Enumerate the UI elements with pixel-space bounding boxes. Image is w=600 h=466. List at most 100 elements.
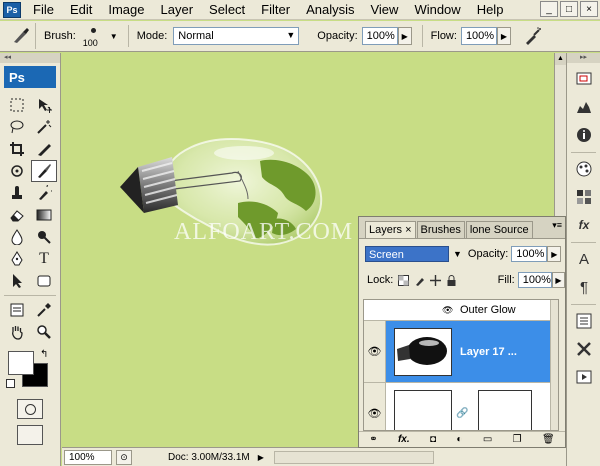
close-button[interactable]: × xyxy=(580,1,598,17)
type-tool-icon[interactable]: T xyxy=(31,248,57,270)
effect-visibility-icon[interactable]: 👁 xyxy=(442,305,453,316)
move-tool-icon[interactable] xyxy=(31,94,57,116)
hand-tool-icon[interactable] xyxy=(4,321,30,343)
fill-slider-button[interactable]: ▶ xyxy=(551,272,565,288)
pen-tool-icon[interactable] xyxy=(4,248,30,270)
minimize-button[interactable]: _ xyxy=(540,1,558,17)
eyedropper-tool-icon[interactable] xyxy=(31,299,57,321)
flow-slider-button[interactable]: ▶ xyxy=(496,27,511,45)
navigator-icon[interactable] xyxy=(571,67,597,91)
swatches-icon[interactable] xyxy=(571,185,597,209)
styles-icon[interactable]: fx xyxy=(571,213,597,237)
gradient-tool-icon[interactable] xyxy=(31,204,57,226)
lock-position-icon[interactable] xyxy=(429,274,441,287)
airbrush-toggle[interactable] xyxy=(521,24,545,48)
opacity-slider-button[interactable]: ▶ xyxy=(397,27,412,45)
mask-link-icon[interactable]: 🔗 xyxy=(456,408,468,419)
zoom-tool-icon[interactable] xyxy=(31,321,57,343)
screen-mode-button[interactable] xyxy=(17,425,43,445)
group-icon[interactable]: ▭ xyxy=(483,434,492,445)
layer-effect-row[interactable]: 👁 Outer Glow xyxy=(364,300,558,320)
tools-presets-icon[interactable] xyxy=(571,337,597,361)
crop-tool-icon[interactable] xyxy=(4,138,30,160)
dodge-tool-icon[interactable] xyxy=(31,226,57,248)
mode-select[interactable]: Normal ▼ xyxy=(173,27,300,45)
slice-tool-icon[interactable] xyxy=(31,138,57,160)
lock-transparency-icon[interactable] xyxy=(397,274,409,287)
menu-analysis[interactable]: Analysis xyxy=(298,1,362,19)
marquee-tool-icon[interactable] xyxy=(4,94,30,116)
tool-grid-lower xyxy=(4,299,56,343)
tab-brushes[interactable]: Brushes xyxy=(416,221,465,238)
eye-icon[interactable]: 👁 xyxy=(364,321,386,382)
link-icon[interactable]: ⚭ xyxy=(369,434,377,445)
tab-clone-source[interactable]: lone Source xyxy=(465,221,533,238)
adjustment-icon[interactable]: ◐ xyxy=(456,434,462,445)
lock-all-icon[interactable] xyxy=(446,274,458,287)
brush-dropdown-icon[interactable]: ▼ xyxy=(110,32,118,41)
shape-tool-icon[interactable] xyxy=(31,270,57,292)
swap-colors-icon[interactable]: ↰ xyxy=(40,349,48,360)
brush-tool-icon[interactable] xyxy=(31,160,57,182)
foreground-color[interactable] xyxy=(8,351,34,375)
tool-preset-picker[interactable] xyxy=(6,23,36,49)
animation-icon[interactable] xyxy=(571,365,597,389)
blend-mode-select[interactable]: Screen xyxy=(365,246,449,262)
healing-brush-icon[interactable] xyxy=(4,160,30,182)
trash-icon[interactable]: 🗑 xyxy=(542,434,555,445)
mask-icon[interactable]: ◘ xyxy=(430,434,436,445)
menu-layer[interactable]: Layer xyxy=(153,1,202,19)
flow-input[interactable]: 100% xyxy=(460,27,497,45)
menu-file[interactable]: File xyxy=(25,1,62,19)
tab-layers[interactable]: Layers × xyxy=(365,221,416,238)
scroll-up-icon[interactable]: ▲ xyxy=(555,53,566,65)
toolbox-logo[interactable]: Ps xyxy=(4,66,56,88)
canvas-horizontal-scrollbar[interactable] xyxy=(273,450,434,464)
eye-icon[interactable]: 👁 xyxy=(364,383,386,430)
layer-name[interactable]: Layer 17 ... xyxy=(460,346,517,358)
histogram-icon[interactable] xyxy=(571,95,597,119)
restore-button[interactable]: □ xyxy=(560,1,578,17)
toolbox-grip[interactable]: ◂◂ xyxy=(0,53,60,63)
opacity-input[interactable]: 100% xyxy=(361,27,398,45)
paragraph-icon[interactable]: ¶ xyxy=(571,275,597,299)
layer-opacity-slider-button[interactable]: ▶ xyxy=(547,246,562,262)
status-menu-arrow-icon[interactable]: ▶ xyxy=(258,453,264,462)
layers-list-scrollbar[interactable] xyxy=(550,300,558,430)
new-layer-icon[interactable]: ❐ xyxy=(513,434,522,445)
menu-view[interactable]: View xyxy=(362,1,406,19)
navigator-shortcut-icon[interactable]: ⊙ xyxy=(116,449,132,465)
color-icon[interactable] xyxy=(571,157,597,181)
fill-input[interactable]: 100% xyxy=(517,272,552,288)
clone-stamp-icon[interactable] xyxy=(4,182,30,204)
quick-mask-button[interactable] xyxy=(17,399,43,419)
layer-opacity-input[interactable]: 100% xyxy=(511,246,548,262)
chevron-down-icon[interactable]: ▼ xyxy=(453,249,462,259)
default-colors-icon[interactable] xyxy=(6,379,15,388)
blur-tool-icon[interactable] xyxy=(4,226,30,248)
info-icon[interactable] xyxy=(571,123,597,147)
lasso-tool-icon[interactable] xyxy=(4,116,30,138)
menu-window[interactable]: Window xyxy=(406,1,468,19)
menu-help[interactable]: Help xyxy=(469,1,512,19)
menu-select[interactable]: Select xyxy=(201,1,253,19)
magic-wand-icon[interactable] xyxy=(31,116,57,138)
notes-tool-icon[interactable] xyxy=(4,299,30,321)
fx-icon[interactable]: fx. xyxy=(398,434,410,445)
panel-menu-icon[interactable]: ▾≡ xyxy=(552,220,562,231)
path-selection-icon[interactable] xyxy=(4,270,30,292)
dock-grip[interactable]: ▸▸ xyxy=(567,53,600,63)
eraser-tool-icon[interactable] xyxy=(4,204,30,226)
menu-edit[interactable]: Edit xyxy=(62,1,100,19)
brush-preset-picker[interactable]: 100 xyxy=(80,22,108,50)
layer-mask-thumbnail[interactable] xyxy=(478,389,533,430)
lock-pixels-icon[interactable] xyxy=(413,274,425,287)
layer-row-selected[interactable]: 👁 Layer 17 ... xyxy=(364,320,558,382)
character-icon[interactable]: A xyxy=(571,247,597,271)
menu-image[interactable]: Image xyxy=(100,1,152,19)
actions-icon[interactable] xyxy=(571,309,597,333)
menu-filter[interactable]: Filter xyxy=(253,1,298,19)
history-brush-icon[interactable] xyxy=(31,182,57,204)
layer-row[interactable]: 👁 🔗 xyxy=(364,382,558,430)
zoom-level-input[interactable]: 100% xyxy=(64,449,112,465)
